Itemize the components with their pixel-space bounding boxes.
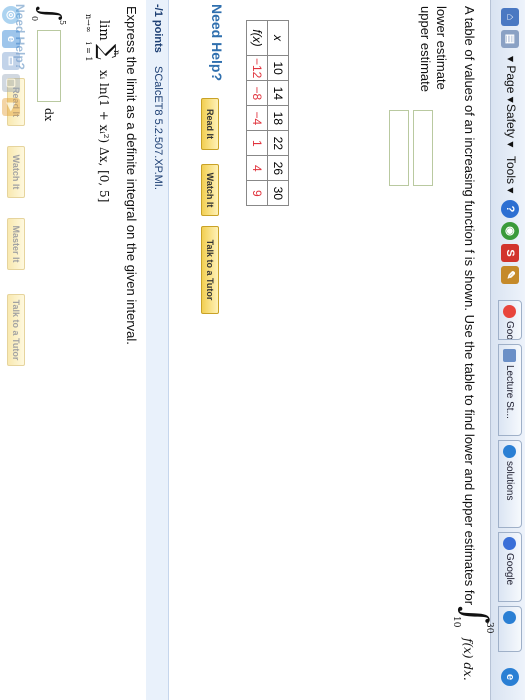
- sum-sign: ∑: [94, 44, 119, 60]
- safety-menu-label: Safety: [504, 104, 518, 139]
- question-prompt: A table of values of an increasing funct…: [462, 6, 477, 606]
- fx-header: f(x): [246, 20, 268, 56]
- talk-to-tutor-button[interactable]: Talk to a Tutor: [201, 226, 219, 314]
- sum-lower: i = 1: [84, 42, 93, 62]
- ie-icon[interactable]: e: [2, 30, 20, 48]
- table-cell: 1: [246, 130, 268, 156]
- safety-menu[interactable]: Safety ▾: [504, 104, 518, 147]
- google-icon: [503, 305, 516, 318]
- s-addon-icon[interactable]: S: [501, 244, 519, 262]
- table-cell: 14: [267, 80, 289, 106]
- points-label: -/1 points: [152, 4, 164, 53]
- lim-label: lim: [96, 20, 111, 41]
- table-cell: 22: [267, 130, 289, 156]
- table-cell: 4: [246, 155, 268, 181]
- tab-label: Google: [504, 553, 515, 586]
- question-prompt: Express the limit as a definite integral…: [124, 6, 139, 345]
- ie-icon: [503, 445, 516, 458]
- lim-subscript: n→∞: [84, 14, 93, 33]
- tab-google[interactable]: Google: [498, 300, 522, 340]
- tab-google-2[interactable]: Google: [498, 532, 522, 602]
- home-icon[interactable]: ⌂: [501, 8, 519, 26]
- table-cell: −12: [246, 55, 268, 81]
- integral-upper-limit: 5: [58, 20, 67, 26]
- tab-label: Lecture St...: [504, 365, 515, 419]
- window-icon[interactable]: ▢: [2, 74, 20, 92]
- lower-estimate-input[interactable]: [413, 110, 433, 186]
- master-it-button[interactable]: Master It: [7, 218, 25, 270]
- tab-label: Google: [504, 321, 515, 340]
- ie-icon: [503, 611, 516, 624]
- table-row: x 10 14 18 22 26 30: [267, 20, 289, 206]
- talk-to-tutor-button[interactable]: Talk to a Tutor: [7, 294, 25, 366]
- table-cell: 26: [267, 155, 289, 181]
- sum-expression: xᵢ ln(1 + xᵢ²) Δx, [0, 5]: [97, 70, 111, 203]
- read-it-button[interactable]: Read It: [201, 98, 219, 150]
- table-row: f(x) −12 −8 −4 1 4 9: [246, 20, 268, 206]
- folder-icon[interactable]: ▭: [2, 52, 20, 70]
- integral-upper-limit: 30: [484, 622, 494, 634]
- need-help-label: Need Help?: [209, 4, 225, 82]
- table-cell: −8: [246, 80, 268, 106]
- print-icon[interactable]: ▤: [501, 30, 519, 48]
- tab-solutions[interactable]: solutions: [498, 440, 522, 528]
- tools-menu-label: Tools: [504, 156, 518, 185]
- tab-label: solutions: [504, 461, 515, 501]
- browser-toolbar: ⌂ ▤ ▾ Page ▾ Safety ▾ Tools ▾ ? ◉ S ✎ Go…: [490, 0, 525, 700]
- lower-estimate-label: lower estimate: [434, 6, 449, 90]
- dx-label: dx: [42, 108, 55, 122]
- google-icon: [503, 537, 516, 550]
- upper-estimate-label: upper estimate: [418, 6, 433, 92]
- table-cell: 30: [267, 180, 289, 206]
- values-table: x 10 14 18 22 26 30 f(x) −12 −8 −4 1 4 9: [246, 20, 289, 206]
- table-cell: 18: [267, 105, 289, 131]
- browser-viewport: ⌂ ▤ ▾ Page ▾ Safety ▾ Tools ▾ ? ◉ S ✎ Go…: [0, 0, 525, 700]
- integrand: f(x) dx.: [461, 638, 475, 681]
- blog-icon[interactable]: ✎: [501, 266, 519, 284]
- integral-lower-limit: 10: [451, 616, 461, 628]
- page-menu-label: Page: [504, 65, 518, 94]
- integral-lower-limit: 0: [30, 16, 39, 22]
- start-icon[interactable]: ◎: [2, 6, 20, 24]
- tools-menu[interactable]: Tools ▾: [504, 156, 518, 193]
- ie-icon[interactable]: e: [501, 668, 519, 686]
- watch-it-button[interactable]: Watch It: [7, 146, 25, 198]
- x-header: x: [267, 20, 289, 56]
- upper-estimate-input[interactable]: [389, 110, 409, 186]
- research-icon[interactable]: ◉: [501, 222, 519, 240]
- help-icon[interactable]: ?: [501, 200, 519, 218]
- question-source: SCalcET8 5.2.507.XP.MI.: [152, 66, 164, 190]
- watch-it-button[interactable]: Watch It: [201, 164, 219, 216]
- table-cell: 10: [267, 55, 289, 81]
- table-cell: −4: [246, 105, 268, 131]
- question-header: -/1 points SCalcET8 5.2.507.XP.MI.: [146, 0, 169, 700]
- page-icon: [503, 349, 516, 362]
- page-menu[interactable]: ▾ Page ▾: [504, 56, 518, 103]
- tab-lecture[interactable]: Lecture St...: [498, 344, 522, 436]
- tab-new[interactable]: [498, 606, 522, 652]
- media-icon[interactable]: ▶: [2, 98, 20, 116]
- integrand-input[interactable]: [37, 30, 61, 102]
- table-cell: 9: [246, 180, 268, 206]
